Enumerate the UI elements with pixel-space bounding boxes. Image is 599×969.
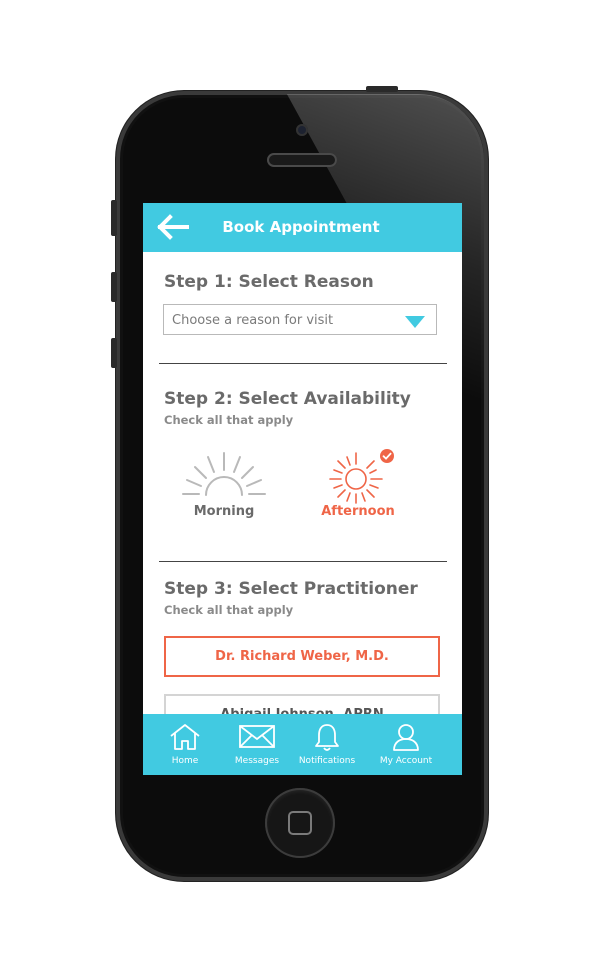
envelope-icon — [239, 725, 275, 748]
caret-down-icon — [405, 316, 425, 328]
tab-notifications[interactable]: Notifications — [293, 714, 361, 775]
phone-power-button — [366, 86, 398, 92]
afternoon-label: Afternoon — [321, 504, 395, 519]
morning-label: Morning — [193, 504, 255, 519]
page-title: Book Appointment — [222, 218, 380, 236]
availability-morning[interactable]: Morning — [169, 448, 279, 519]
step2-title: Step 2: Select Availability — [164, 389, 411, 409]
availability-afternoon[interactable]: Afternoon — [303, 448, 413, 519]
app-screen: Book Appointment Step 1: Select Reason C… — [143, 203, 462, 775]
practitioner-option-johnson[interactable]: Abigail Johnson, APRN — [164, 694, 440, 714]
reason-dropdown-value: Choose a reason for visit — [172, 313, 334, 328]
tab-messages[interactable]: Messages — [221, 714, 293, 775]
home-icon — [170, 724, 200, 750]
tab-messages-label: Messages — [234, 756, 280, 766]
bottom-tab-bar: Home Messages Notifications My Account — [143, 714, 462, 775]
user-icon — [393, 724, 419, 751]
phone-speaker — [267, 153, 337, 167]
check-badge-icon — [380, 449, 394, 463]
phone-side-button — [111, 200, 117, 236]
step3-title: Step 3: Select Practitioner — [164, 579, 418, 599]
tab-notifications-label: Notifications — [298, 756, 356, 766]
tab-my-account-label: My Account — [379, 756, 433, 766]
divider — [159, 363, 447, 364]
tab-home-label: Home — [171, 756, 199, 766]
step3-subtitle: Check all that apply — [164, 603, 294, 617]
reason-dropdown[interactable]: Choose a reason for visit — [163, 304, 437, 335]
divider — [159, 561, 447, 562]
practitioner-option-weber[interactable]: Dr. Richard Weber, M.D. — [164, 636, 440, 677]
phone-volume-down-button — [111, 338, 117, 368]
app-header: Book Appointment — [143, 203, 462, 252]
tab-my-account[interactable]: My Account — [369, 714, 443, 775]
phone-volume-up-button — [111, 272, 117, 302]
phone-home-button[interactable] — [265, 788, 335, 858]
bell-icon — [315, 724, 339, 751]
phone-camera — [296, 124, 308, 136]
step1-title: Step 1: Select Reason — [164, 272, 374, 292]
sun-icon — [329, 449, 394, 504]
step2-subtitle: Check all that apply — [164, 413, 294, 427]
sunrise-icon — [182, 452, 266, 496]
booking-form: Step 1: Select Reason Choose a reason fo… — [143, 252, 462, 714]
tab-home[interactable]: Home — [149, 714, 221, 775]
arrow-left-icon[interactable] — [157, 213, 191, 241]
